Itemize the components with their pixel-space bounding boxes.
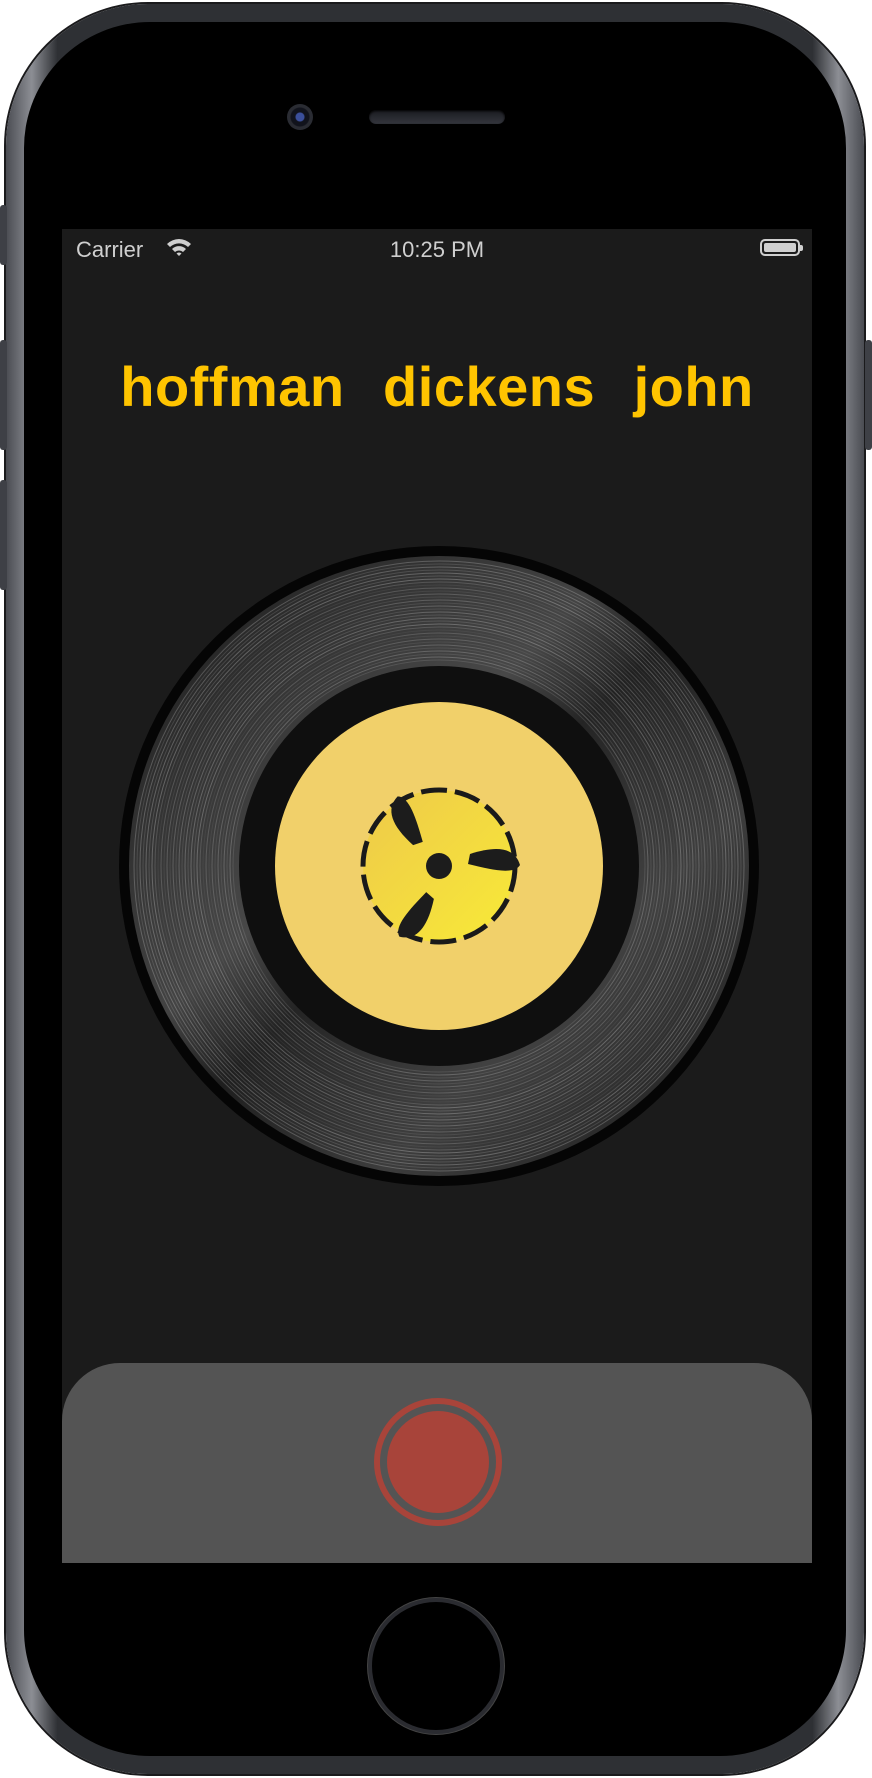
word-1[interactable]: hoffman	[120, 354, 344, 419]
record-icon	[387, 1411, 489, 1513]
record-button[interactable]	[374, 1398, 502, 1526]
word-list: hoffman dickens john	[62, 354, 812, 419]
volume-down-button	[0, 480, 7, 590]
vinyl-record-graphic	[119, 546, 759, 1186]
status-bar: Carrier 10:25 PM	[62, 229, 812, 269]
bottom-control-panel	[62, 1363, 812, 1563]
volume-up-button	[0, 340, 7, 450]
battery-icon	[760, 239, 803, 256]
home-button[interactable]	[368, 1598, 504, 1734]
app-screen: Carrier 10:25 PM hoffman dickens john	[62, 229, 812, 1563]
word-3[interactable]: john	[634, 354, 754, 419]
front-camera	[287, 104, 313, 130]
earpiece-speaker	[369, 110, 505, 124]
vinyl-record[interactable]	[118, 545, 760, 1187]
status-time: 10:25 PM	[389, 237, 485, 262]
word-2[interactable]: dickens	[383, 354, 595, 419]
power-button	[865, 340, 872, 450]
mute-switch	[0, 205, 7, 265]
